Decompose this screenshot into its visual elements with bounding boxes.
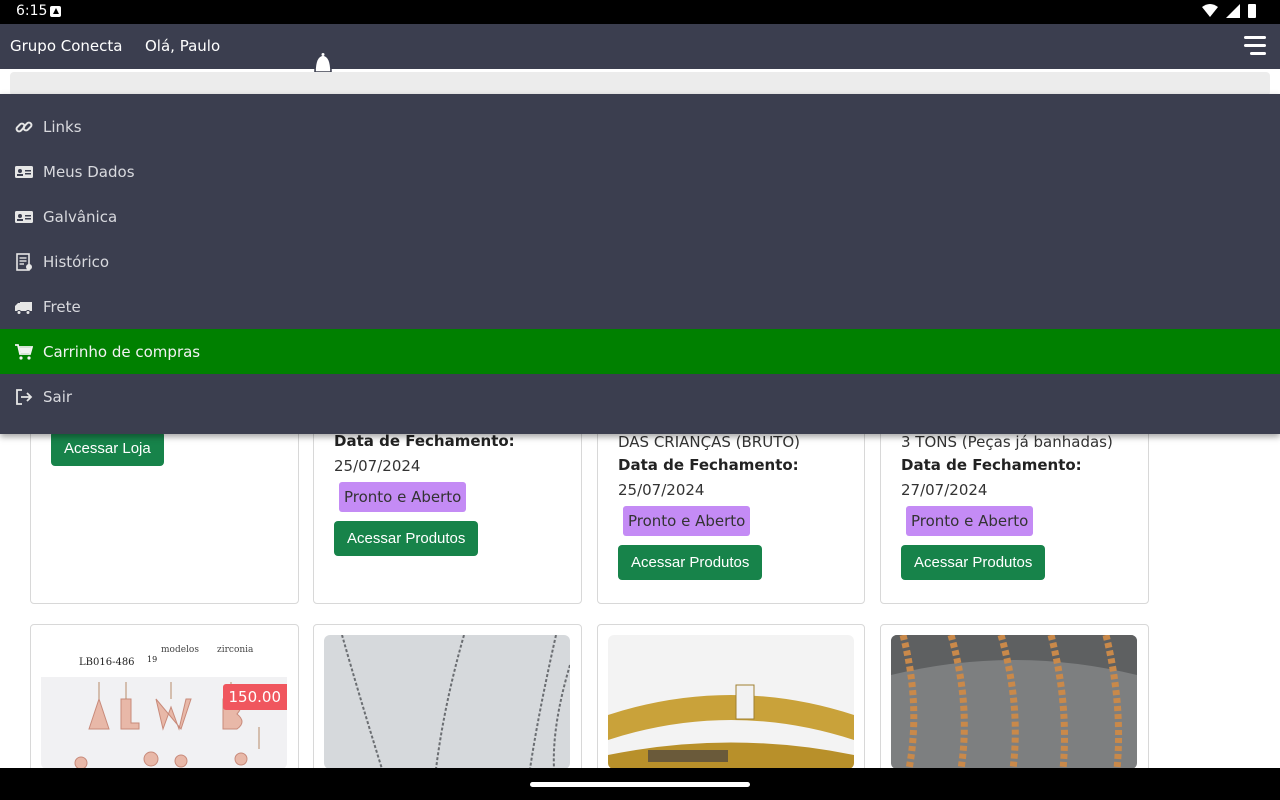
bell-icon[interactable] (312, 52, 334, 72)
closing-date-label: Data de Fechamento: (334, 432, 515, 450)
app-screen: Grupo Conecta Olá, Paulo Acessar Loja Da… (0, 24, 1280, 768)
closing-date-label: Data de Fechamento: (901, 456, 1082, 474)
product-card[interactable] (880, 624, 1149, 768)
brand-title[interactable]: Grupo Conecta (10, 37, 122, 55)
menu-item-label: Sair (43, 387, 73, 406)
closing-date: 27/07/2024 (901, 481, 988, 499)
product-card[interactable] (313, 624, 582, 768)
menu-item-links[interactable]: Links (0, 104, 1280, 149)
logout-icon (16, 388, 33, 405)
menu-item-frete[interactable]: Frete (0, 284, 1280, 329)
system-nav-bar (0, 768, 1280, 800)
receipt-icon (16, 252, 32, 271)
product-image[interactable] (324, 635, 570, 768)
price-tag: 150.00 (222, 684, 287, 710)
id-card-icon (15, 210, 33, 223)
clock: 6:15 (16, 3, 48, 19)
status-badge: Pronto e Aberto (906, 506, 1034, 536)
gold-bangle-photo (608, 684, 854, 768)
closing-date: 25/07/2024 (334, 457, 421, 475)
top-bar: Grupo Conecta Olá, Paulo (0, 24, 1280, 72)
closing-date: 25/07/2024 (618, 481, 705, 499)
nav-dropdown-menu: Links Meus Dados Galvânica Histórico Fre… (0, 94, 1280, 434)
menu-item-carrinho[interactable]: Carrinho de compras (0, 329, 1280, 374)
menu-item-meus-dados[interactable]: Meus Dados (0, 149, 1280, 194)
signal-icon (1226, 4, 1240, 18)
battery-icon (1248, 4, 1256, 18)
product-image-text: LB016-486 (79, 657, 135, 668)
menu-toggle-button[interactable] (1244, 36, 1266, 56)
menu-item-label: Carrinho de compras (43, 342, 201, 361)
menu-item-label: Galvânica (43, 207, 118, 226)
menu-item-label: Histórico (43, 252, 110, 271)
access-products-button[interactable]: Acessar Produtos (901, 545, 1046, 580)
product-card[interactable] (597, 624, 865, 768)
id-card-icon (15, 165, 33, 178)
wifi-icon (1202, 4, 1218, 17)
status-badge: Pronto e Aberto (623, 506, 751, 536)
menu-item-historico[interactable]: Histórico (0, 239, 1280, 284)
collection-title: DAS CRIANÇAS (BRUTO) (618, 433, 801, 451)
product-card[interactable]: modelos zirconia LB016-486 19 150.00 (30, 624, 299, 768)
truck-icon (15, 301, 32, 315)
access-products-button[interactable]: Acessar Produtos (618, 545, 763, 580)
silver-chain-photo (341, 635, 570, 768)
status-bar: 6:15 (0, 0, 1280, 24)
collection-title: 3 TONS (Peças já banhadas) (901, 433, 1113, 451)
user-greeting: Olá, Paulo (145, 37, 221, 55)
product-image[interactable] (608, 635, 854, 768)
product-image-text: modelos (161, 645, 199, 655)
access-products-button[interactable]: Acessar Produtos (334, 521, 479, 556)
gold-chains-photo (891, 635, 1137, 768)
menu-item-label: Frete (43, 297, 81, 316)
search-bar-area (10, 72, 1270, 96)
menu-item-galvanica[interactable]: Galvânica (0, 194, 1280, 239)
product-image-text: 19 (147, 655, 158, 664)
menu-item-sair[interactable]: Sair (0, 374, 1280, 419)
product-image-text: zirconia (217, 645, 254, 655)
status-badge: Pronto e Aberto (339, 482, 467, 512)
menu-item-label: Meus Dados (43, 162, 135, 181)
home-gesture-handle[interactable] (530, 782, 750, 787)
menu-item-label: Links (43, 117, 82, 136)
product-image[interactable] (891, 635, 1137, 768)
notification-icon (50, 6, 61, 17)
access-store-button[interactable]: Acessar Loja (51, 431, 164, 466)
closing-date-label: Data de Fechamento: (618, 456, 799, 474)
product-image[interactable]: modelos zirconia LB016-486 19 150.00 (41, 635, 287, 768)
cart-icon (15, 343, 33, 360)
link-icon (15, 121, 33, 132)
